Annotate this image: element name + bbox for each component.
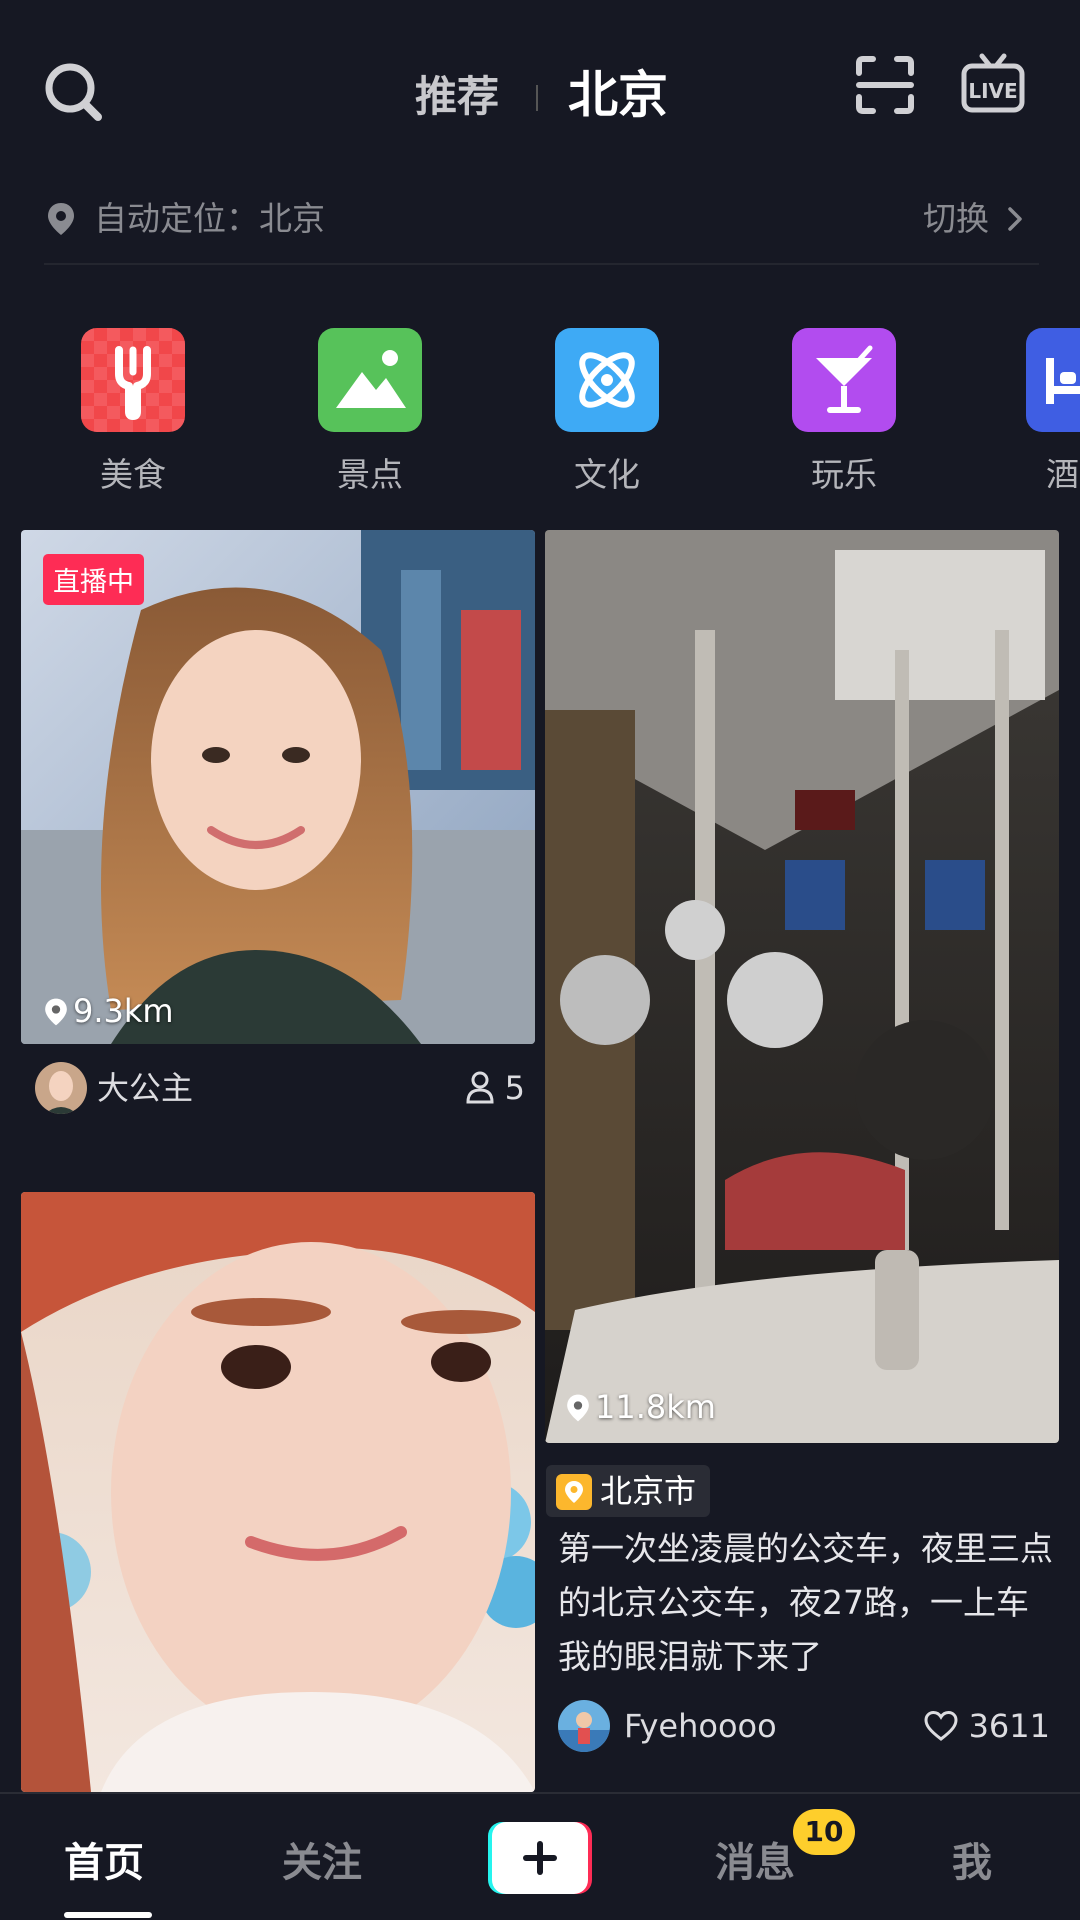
top-bar: 推荐 北京 LIVE xyxy=(0,0,1080,180)
nav-messages[interactable]: 消息 xyxy=(715,1830,795,1888)
nav-home[interactable]: 首页 xyxy=(64,1830,144,1888)
auto-location-label: 自动定位：北京 xyxy=(94,199,325,238)
chevron-right-icon[interactable] xyxy=(1003,205,1027,233)
tab-city[interactable]: 北京 xyxy=(568,55,668,127)
username[interactable]: Fyehoooo xyxy=(624,1700,777,1752)
message-count-badge: 10 xyxy=(793,1809,855,1855)
feed-card-video[interactable] xyxy=(21,1192,535,1792)
nav-follow[interactable]: 关注 xyxy=(282,1830,362,1888)
live-icon[interactable]: LIVE xyxy=(960,52,1026,118)
category-label: 玩乐 xyxy=(811,455,877,494)
category-label: 文化 xyxy=(574,455,640,494)
video-thumbnail[interactable] xyxy=(545,530,1059,1443)
viewer-count: 5 xyxy=(465,1062,525,1114)
tab-divider xyxy=(536,85,538,111)
username[interactable]: 大公主 xyxy=(97,1062,193,1114)
nav-active-indicator xyxy=(64,1912,152,1918)
search-icon[interactable] xyxy=(40,58,110,128)
like-count[interactable]: 3611 xyxy=(923,1700,1050,1752)
distance-label: 9.3km xyxy=(43,992,174,1030)
category-label: 美食 xyxy=(100,455,166,494)
scan-icon[interactable] xyxy=(855,55,915,115)
avatar[interactable] xyxy=(558,1700,610,1752)
bottom-nav: 首页 关注 消息 10 我 xyxy=(0,1792,1080,1920)
location-pin-icon xyxy=(45,998,67,1026)
category-sights[interactable]: 景点 xyxy=(315,328,425,494)
atom-icon xyxy=(555,328,659,432)
nav-me[interactable]: 我 xyxy=(952,1830,992,1888)
card-meta: Fyehoooo 3611 xyxy=(558,1700,1050,1760)
distance-label: 11.8km xyxy=(565,1388,716,1426)
heart-icon xyxy=(924,1710,958,1741)
mountain-icon xyxy=(318,328,422,432)
person-icon xyxy=(466,1071,494,1104)
distance-value: 11.8km xyxy=(595,1388,716,1426)
distance-value: 9.3km xyxy=(73,992,174,1030)
category-label: 酒 xyxy=(1046,455,1079,488)
tab-recommend[interactable]: 推荐 xyxy=(415,63,499,124)
video-thumbnail[interactable] xyxy=(21,1192,535,1792)
category-label: 景点 xyxy=(337,455,403,494)
avatar[interactable] xyxy=(35,1062,87,1114)
category-culture[interactable]: 文化 xyxy=(552,328,662,494)
cocktail-icon xyxy=(792,328,896,432)
switch-city-button[interactable]: 切换 xyxy=(923,195,989,243)
svg-text:LIVE: LIVE xyxy=(968,79,1017,103)
viewer-count-value: 5 xyxy=(504,1069,525,1107)
live-thumbnail[interactable] xyxy=(21,530,535,1044)
location-pin-icon xyxy=(556,1474,592,1510)
location-row: 自动定位：北京 切换 xyxy=(44,195,1039,265)
live-badge: 直播中 xyxy=(43,554,144,605)
feed-card-live[interactable]: 直播中 9.3km 大公主 5 xyxy=(21,530,535,1130)
like-count-value: 3611 xyxy=(968,1707,1050,1745)
category-hotel[interactable]: 酒 xyxy=(1026,328,1080,488)
city-tag[interactable]: 北京市 xyxy=(546,1465,711,1517)
location-pin-icon xyxy=(46,201,76,235)
location-pin-icon xyxy=(567,1394,589,1422)
video-caption[interactable]: 第一次坐凌晨的公交车，夜里三点的北京公交车，夜27路，一上车我的眼泪就下来了 xyxy=(558,1522,1053,1684)
bed-icon xyxy=(1026,328,1080,432)
category-fun[interactable]: 玩乐 xyxy=(789,328,899,494)
fork-icon xyxy=(81,328,185,432)
plus-icon xyxy=(488,1822,592,1894)
card-meta: 大公主 5 xyxy=(21,1062,535,1122)
category-food[interactable]: 美食 xyxy=(78,328,188,494)
create-button[interactable] xyxy=(484,1822,596,1894)
city-tag-label: 北京市 xyxy=(600,1472,697,1510)
